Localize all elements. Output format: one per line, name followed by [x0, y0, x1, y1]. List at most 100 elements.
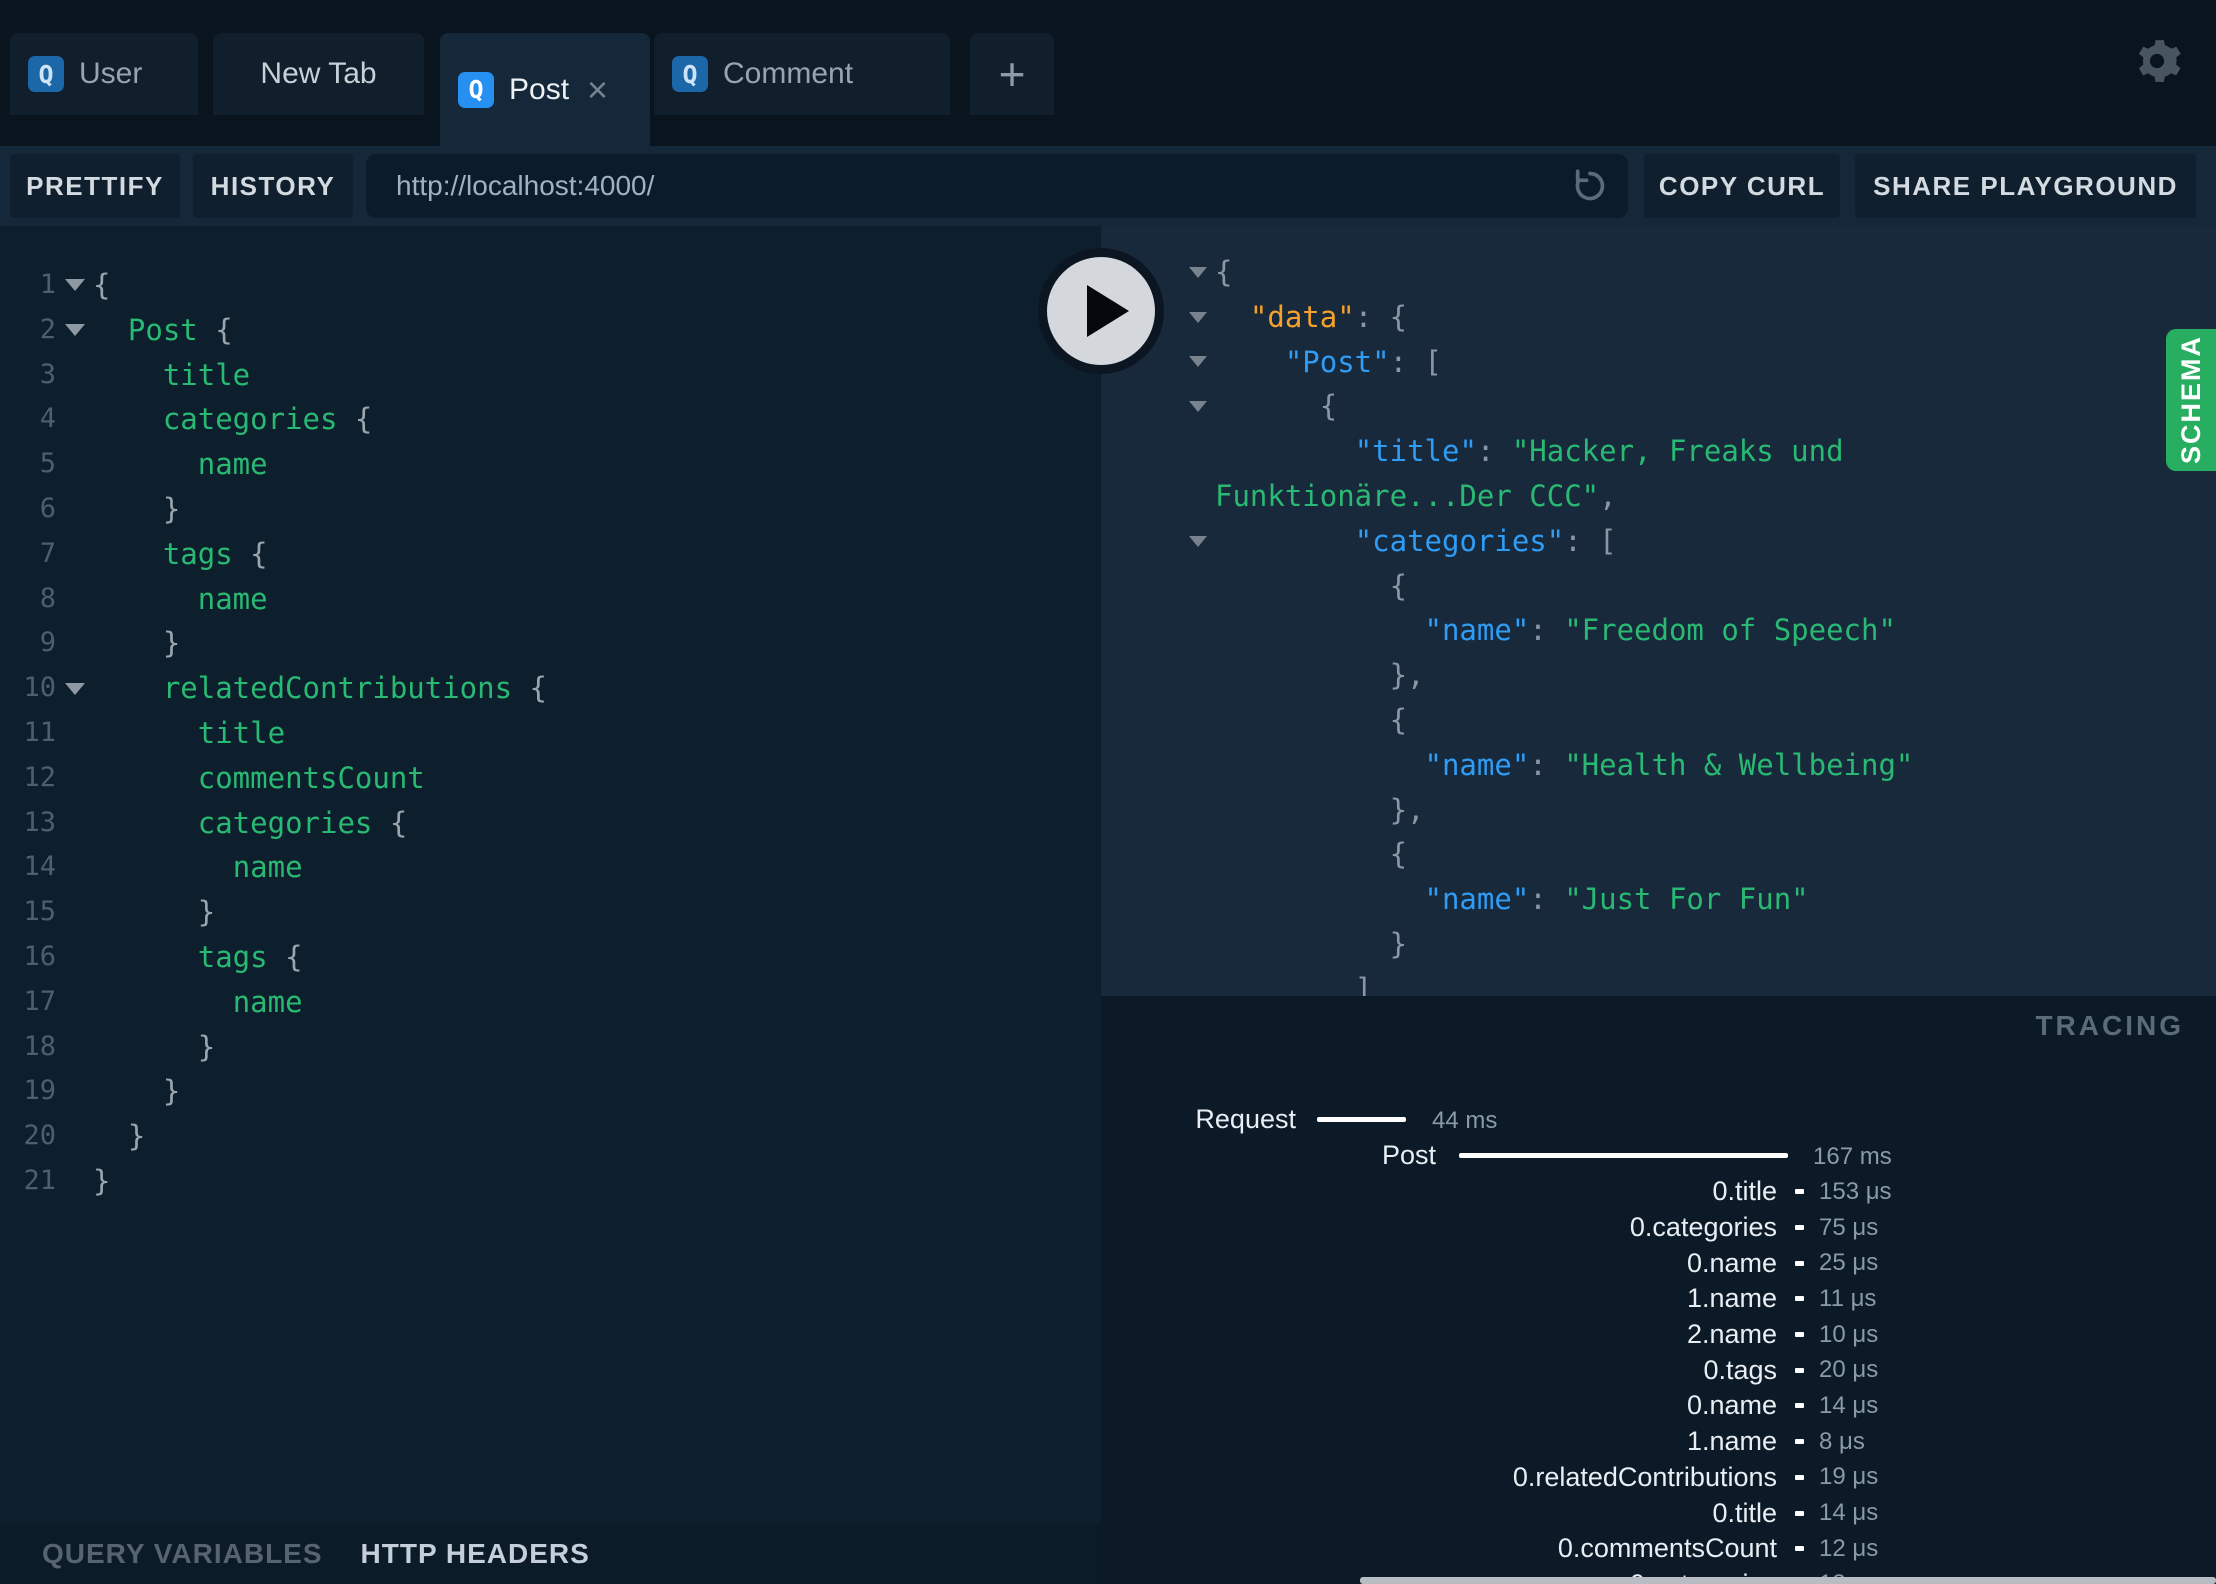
share-playground-button[interactable]: SHARE PLAYGROUND — [1855, 154, 2196, 218]
line-number: 3 — [39, 358, 56, 390]
tab-user[interactable]: Q User — [10, 33, 198, 115]
response-line: } — [1101, 922, 2216, 967]
fold-gutter — [56, 711, 93, 756]
editor-line: 8 name — [0, 577, 1101, 622]
code-text: name — [232, 850, 303, 885]
response-line: { — [1101, 832, 2216, 877]
query-editor[interactable]: 1{2 Post {3 title 4 categories {5 name 6 }… — [0, 226, 1101, 1524]
field-duration-bar — [1795, 1296, 1804, 1302]
editor-line: 11 title — [0, 711, 1101, 756]
code-text: name — [197, 581, 268, 616]
fold-gutter — [56, 397, 93, 442]
field-duration-value: 8 μs — [1819, 1427, 1865, 1455]
code-text: categories { — [162, 402, 373, 437]
code-text: { — [1215, 702, 1408, 737]
code-text: Funktionäre...Der CCC", — [1215, 478, 1617, 513]
fold-toggle-icon[interactable] — [1101, 384, 1215, 429]
horizontal-scrollbar[interactable] — [1360, 1577, 2216, 1584]
field-duration-bar — [1795, 1332, 1804, 1338]
editor-line: 14 name — [0, 845, 1101, 890]
span-label: Post — [1381, 1140, 1436, 1170]
fold-gutter — [1101, 474, 1215, 519]
fold-gutter — [1101, 653, 1215, 698]
tab-label: Comment — [723, 57, 854, 90]
code-text: name — [197, 447, 268, 482]
field-duration-value: 14 μs — [1819, 1391, 1879, 1419]
fold-gutter — [1101, 564, 1215, 609]
editor-line: 21} — [0, 1159, 1101, 1204]
code-text: }, — [1215, 792, 1425, 827]
tab-label: New Tab — [260, 57, 377, 90]
field-path-label: 0.name — [1686, 1390, 1777, 1421]
tracing-field-row: 1.name 8 μs — [1101, 1424, 2216, 1460]
fold-toggle-icon[interactable] — [56, 308, 93, 353]
code-text: } — [1215, 926, 1408, 961]
close-icon[interactable]: × — [587, 71, 608, 108]
field-duration-bar — [1795, 1260, 1804, 1266]
field-duration-value: 14 μs — [1819, 1499, 1879, 1527]
tracing-title: TRACING — [2035, 1010, 2184, 1041]
tab-post[interactable]: Q Post × — [440, 33, 650, 146]
code-text: name — [232, 984, 303, 1019]
response-line: { — [1101, 698, 2216, 743]
span-duration-value: 167 ms — [1813, 1143, 1892, 1170]
fold-gutter — [56, 890, 93, 935]
code-text: } — [93, 626, 181, 661]
code-text: commentsCount — [197, 760, 425, 795]
query-badge: Q — [28, 56, 64, 92]
http-headers-tab[interactable]: HTTP HEADERS — [361, 1538, 590, 1570]
editor-line: 19 } — [0, 1069, 1101, 1114]
field-duration-value: 12 μs — [1819, 1534, 1879, 1562]
add-tab-button[interactable]: + — [970, 33, 1054, 115]
response-viewer[interactable]: { "data": { "Post": [ { "title": "Hacker… — [1101, 226, 2216, 996]
execute-query-button[interactable] — [1038, 248, 1164, 374]
tracing-panel[interactable]: TRACING Request 44 ms Post 167 ms 0.title 15… — [1101, 996, 2216, 1584]
code-text: title — [162, 357, 251, 392]
schema-side-tab[interactable]: SCHEMA — [2166, 329, 2216, 471]
code-text: } — [93, 1119, 146, 1154]
fold-gutter — [56, 980, 93, 1025]
query-variables-tab[interactable]: QUERY VARIABLES — [42, 1538, 323, 1570]
fold-gutter — [56, 487, 93, 532]
editor-line: 7 tags { — [0, 532, 1101, 577]
line-number: 18 — [23, 1030, 56, 1062]
code-text: "title": "Hacker, Freaks und — [1354, 434, 1844, 469]
tracing-field-row: 0.title 14 μs — [1101, 1495, 2216, 1531]
fold-gutter — [56, 1025, 93, 1070]
fold-gutter — [56, 756, 93, 801]
fold-gutter — [56, 1159, 93, 1204]
editor-line: 12 commentsCount — [0, 756, 1101, 801]
editor-line: 9 } — [0, 621, 1101, 666]
line-number: 1 — [39, 269, 56, 300]
tab-comment[interactable]: Q Comment — [654, 33, 950, 115]
fold-gutter — [56, 801, 93, 846]
fold-toggle-icon[interactable] — [56, 666, 93, 711]
history-button[interactable]: HISTORY — [193, 154, 353, 218]
code-text: relatedContributions { — [162, 671, 547, 706]
refresh-schema-icon[interactable] — [1570, 166, 1610, 206]
span-label: Request — [1195, 1104, 1296, 1134]
code-text: "name": "Freedom of Speech" — [1424, 613, 1896, 648]
editor-line: 6 } — [0, 487, 1101, 532]
code-text: { — [1215, 568, 1408, 603]
copy-curl-button[interactable]: COPY CURL — [1644, 154, 1840, 218]
editor-line: 5 name — [0, 442, 1101, 487]
prettify-button[interactable]: PRETTIFY — [10, 154, 180, 218]
response-line: }, — [1101, 788, 2216, 833]
field-duration-bar — [1795, 1189, 1804, 1195]
editor-line: 1{ — [0, 263, 1101, 308]
code-text: "Post": [ — [1284, 344, 1442, 379]
settings-gear-icon[interactable] — [2132, 36, 2182, 86]
line-number: 17 — [23, 985, 56, 1017]
endpoint-url-field[interactable] — [366, 154, 1628, 218]
tracing-field-row: 1.name 11 μs — [1101, 1281, 2216, 1317]
fold-toggle-icon[interactable] — [1101, 519, 1215, 564]
field-duration-value: 10 μs — [1819, 1320, 1879, 1348]
fold-toggle-icon[interactable] — [56, 263, 93, 308]
endpoint-url-input[interactable] — [394, 169, 1570, 203]
line-number: 16 — [23, 940, 56, 972]
field-path-label: 0.commentsCount — [1557, 1533, 1777, 1564]
tab-new-tab[interactable]: New Tab — [213, 33, 424, 115]
line-number: 20 — [23, 1120, 56, 1152]
line-number: 14 — [23, 851, 56, 883]
